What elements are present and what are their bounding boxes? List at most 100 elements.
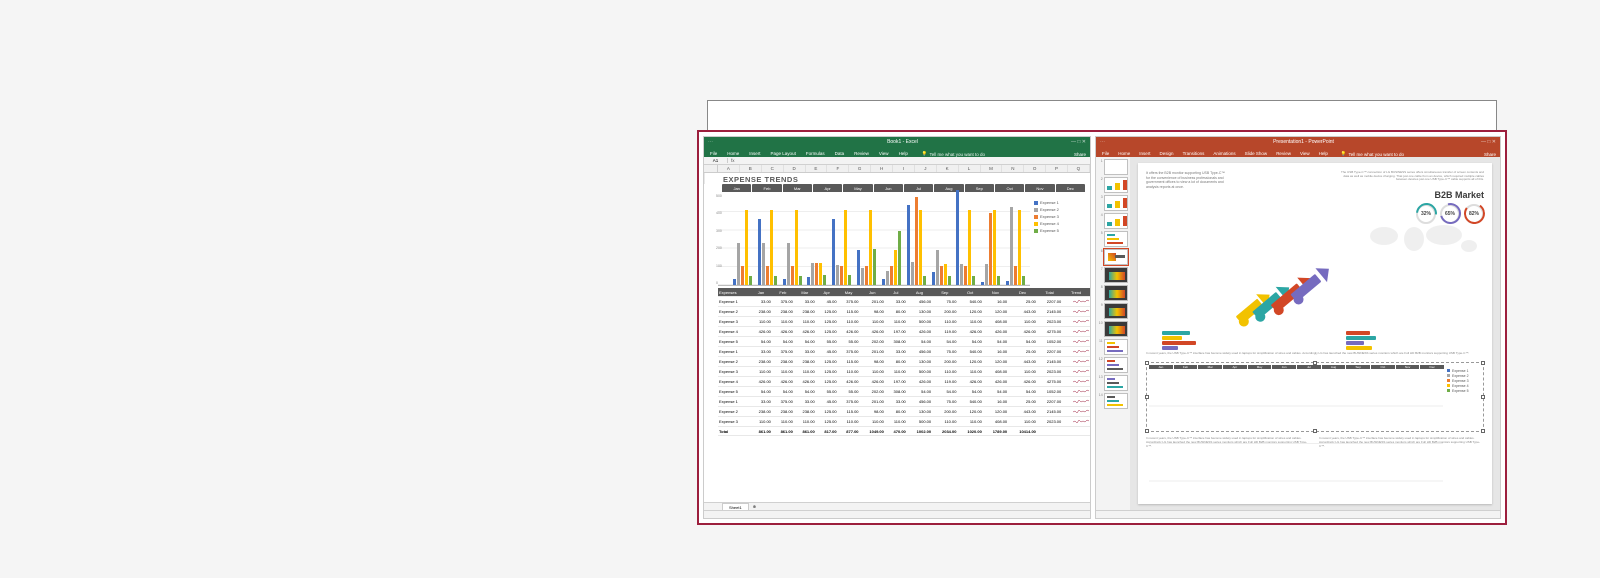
ribbon-tab-formulas[interactable]: Formulas [804, 150, 827, 157]
slide-thumbnails[interactable]: 1234567891011121314 [1096, 157, 1130, 510]
column-header[interactable]: C [762, 165, 784, 172]
bar [848, 275, 851, 285]
file-tab[interactable]: File [1100, 150, 1111, 157]
bar [873, 249, 876, 285]
column-header[interactable]: Q [1068, 165, 1090, 172]
ppt-body: 1234567891011121314 It offers the B2B mo… [1096, 157, 1500, 510]
new-sheet-icon[interactable]: ⊕ [753, 504, 756, 509]
column-header[interactable]: D [784, 165, 806, 172]
column-header[interactable]: O [1024, 165, 1046, 172]
resize-handle[interactable] [1481, 429, 1485, 433]
expense-table[interactable]: ExpensesJanFebMarAprMayJunJulAugSepOctNo… [704, 288, 1090, 502]
bar [758, 219, 761, 285]
ribbon-tab-help[interactable]: Help [1317, 150, 1330, 157]
column-header[interactable]: H [871, 165, 893, 172]
bar [741, 266, 744, 285]
resize-handle[interactable] [1145, 429, 1149, 433]
formula-bar[interactable]: A1 fx [704, 157, 1090, 165]
table-row[interactable]: Expense 3110.00110.00110.00125.00110.001… [718, 317, 1090, 327]
column-header[interactable]: G [849, 165, 871, 172]
column-header[interactable]: A [718, 165, 740, 172]
ribbon-tab-animations[interactable]: Animations [1211, 150, 1237, 157]
select-all-corner[interactable] [704, 165, 718, 172]
table-row[interactable]: Expense 133.00375.0033.0045.00375.00201.… [718, 297, 1090, 307]
slide-thumbnail[interactable] [1104, 213, 1128, 229]
fx-icon[interactable]: fx [728, 158, 738, 163]
legend-item: Expense 3 [1034, 214, 1076, 219]
window-controls[interactable]: — □ ✕ [1071, 139, 1090, 145]
column-header[interactable]: J [915, 165, 937, 172]
name-box[interactable]: A1 [704, 158, 728, 163]
slide-canvas[interactable]: It offers the B2B monitor supporting USB… [1138, 163, 1492, 504]
table-row[interactable]: Expense 4426.00426.00426.00125.00426.004… [718, 327, 1090, 337]
column-headers: ABCDEFGHIJKLMNOPQ [704, 165, 1090, 173]
file-tab[interactable]: File [708, 150, 719, 157]
ribbon-tab-insert[interactable]: Insert [747, 150, 762, 157]
ribbon-tab-home[interactable]: Home [725, 150, 741, 157]
ribbon-tab-page-layout[interactable]: Page Layout [769, 150, 798, 157]
table-row[interactable]: Expense 133.00375.0033.0045.00375.00201.… [718, 347, 1090, 357]
qat-icons[interactable]: ⋯ [704, 139, 734, 145]
slide-thumbnail[interactable] [1104, 249, 1128, 265]
ribbon-tab-view[interactable]: View [1298, 150, 1312, 157]
column-header[interactable]: K [937, 165, 959, 172]
slide-thumbnail[interactable] [1104, 339, 1128, 355]
slide-thumbnail[interactable] [1104, 303, 1128, 319]
slide-thumbnail[interactable] [1104, 177, 1128, 193]
slide-thumbnail[interactable] [1104, 357, 1128, 373]
resize-handle[interactable] [1481, 361, 1485, 365]
worksheet[interactable]: EXPENSE TRENDS JanFebMarAprMayJunJulAugS… [704, 173, 1090, 502]
resize-handle[interactable] [1481, 395, 1485, 399]
ribbon-tab-home[interactable]: Home [1116, 150, 1132, 157]
qat-icons[interactable]: ⋯ [1096, 139, 1126, 145]
table-row[interactable]: Expense 4426.00426.00426.00125.00426.004… [718, 377, 1090, 387]
b2b-title: B2B Market [1337, 190, 1485, 200]
ribbon-tab-review[interactable]: Review [852, 150, 871, 157]
ribbon-tab-review[interactable]: Review [1274, 150, 1293, 157]
bar [911, 262, 914, 285]
window-controls[interactable]: — □ ✕ [1481, 139, 1500, 145]
bar [936, 250, 939, 285]
table-row[interactable]: Expense 3110.00110.00110.00125.00110.001… [718, 417, 1090, 427]
column-header[interactable]: E [806, 165, 828, 172]
slide-editor[interactable]: It offers the B2B monitor supporting USB… [1130, 157, 1500, 510]
table-row[interactable]: Expense 2238.00238.00238.00125.00115.009… [718, 357, 1090, 367]
resize-handle[interactable] [1313, 361, 1317, 365]
column-header[interactable]: P [1046, 165, 1068, 172]
ribbon-tab-slide-show[interactable]: Slide Show [1243, 150, 1270, 157]
column-header[interactable]: F [827, 165, 849, 172]
slide-thumbnail[interactable] [1104, 375, 1128, 391]
ribbon-tab-transitions[interactable]: Transitions [1181, 150, 1207, 157]
ribbon-tab-insert[interactable]: Insert [1137, 150, 1152, 157]
ribbon-tab-view[interactable]: View [877, 150, 891, 157]
resize-handle[interactable] [1313, 429, 1317, 433]
slide-thumbnail[interactable] [1104, 195, 1128, 211]
slide-thumbnail[interactable] [1104, 321, 1128, 337]
ribbon-tab-data[interactable]: Data [833, 150, 847, 157]
column-header[interactable]: B [740, 165, 762, 172]
bar [762, 243, 765, 285]
ribbon-tab-help[interactable]: Help [897, 150, 910, 157]
column-header[interactable]: M [981, 165, 1003, 172]
table-row[interactable]: Expense 2238.00238.00238.00125.00115.009… [718, 307, 1090, 317]
table-row[interactable]: Expense 2238.00238.00238.00125.00115.009… [718, 407, 1090, 417]
slide-thumbnail[interactable] [1104, 285, 1128, 301]
table-row[interactable]: Expense 554.0054.0054.0055.0055.00202.00… [718, 337, 1090, 347]
slide-thumbnail[interactable] [1104, 267, 1128, 283]
chart-month-cell: Nov [1025, 184, 1054, 192]
slide-thumbnail[interactable] [1104, 393, 1128, 409]
column-header[interactable]: I [893, 165, 915, 172]
table-row[interactable]: Expense 3110.00110.00110.00125.00110.001… [718, 367, 1090, 377]
column-header[interactable]: N [1002, 165, 1024, 172]
chart-month-cell: Mar [783, 184, 812, 192]
sheet-tabs[interactable]: Sheet1 ⊕ [704, 502, 1090, 510]
slide-thumbnail[interactable] [1104, 231, 1128, 247]
table-row[interactable]: Expense 133.00375.0033.0045.00375.00201.… [718, 397, 1090, 407]
slide-thumbnail[interactable] [1104, 159, 1128, 175]
embedded-excel-chart[interactable]: JanFebMarAprMayJunJulAugSepOctNovDec Exp… [1146, 362, 1484, 432]
resize-handle[interactable] [1145, 361, 1149, 365]
column-header[interactable]: L [959, 165, 981, 172]
resize-handle[interactable] [1145, 395, 1149, 399]
table-row[interactable]: Expense 554.0054.0054.0055.0055.00202.00… [718, 387, 1090, 397]
ribbon-tab-design[interactable]: Design [1158, 150, 1176, 157]
